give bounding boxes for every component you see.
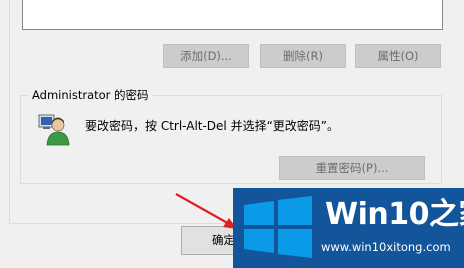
watermark-banner: Win10之家 www.win10xitong.com bbox=[233, 188, 464, 268]
watermark-url: www.win10xitong.com bbox=[321, 240, 451, 254]
watermark-brand: Win10之家 bbox=[325, 198, 464, 232]
dialog-frame-left bbox=[9, 0, 10, 224]
delete-button[interactable]: 删除(R) bbox=[260, 44, 346, 68]
change-password-message: 要改密码，按 Ctrl-Alt-Del 并选择“更改密码”。 bbox=[85, 119, 340, 133]
watermark-brand-prefix: Win10 bbox=[325, 197, 429, 232]
reset-password-button[interactable]: 重置密码(P)... bbox=[279, 156, 425, 180]
add-button[interactable]: 添加(D)... bbox=[163, 44, 249, 68]
properties-button[interactable]: 属性(O) bbox=[355, 44, 441, 68]
windows-logo-icon bbox=[244, 196, 312, 258]
users-list[interactable] bbox=[22, 0, 443, 30]
password-group-title: Administrator 的密码 bbox=[29, 87, 152, 103]
watermark-brand-suffix: 之家 bbox=[428, 197, 464, 232]
user-monitor-icon bbox=[38, 114, 70, 146]
